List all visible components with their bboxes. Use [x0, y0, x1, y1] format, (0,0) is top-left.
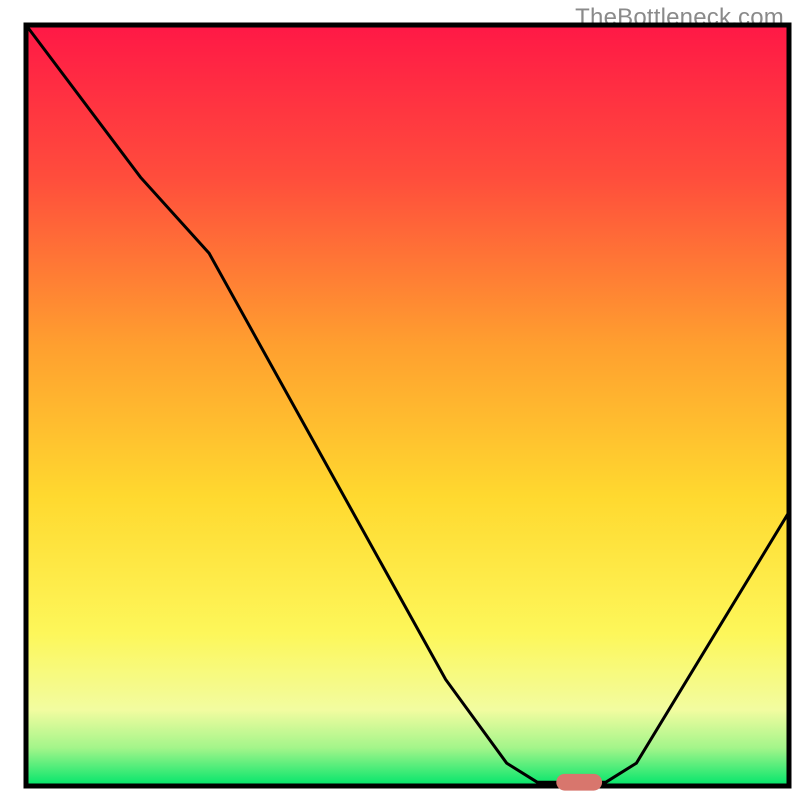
- plot-background: [26, 25, 789, 786]
- chart-svg: [0, 0, 800, 800]
- chart-frame: TheBottleneck.com: [0, 0, 800, 800]
- highlight-marker: [556, 774, 602, 791]
